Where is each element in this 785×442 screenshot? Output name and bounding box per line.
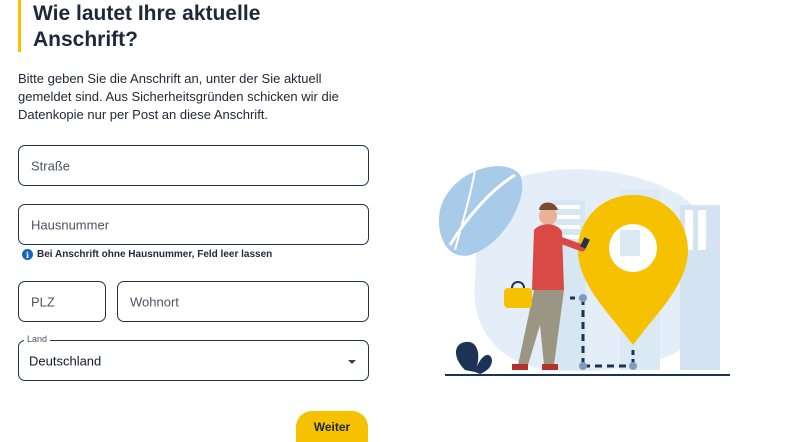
house-number-field[interactable]: Hausnummer [18, 204, 369, 245]
zip-field[interactable]: PLZ [18, 281, 106, 322]
street-field[interactable]: Straße [18, 145, 369, 186]
title-accent-bar: Wie lautet Ihre aktuelle Anschrift? [18, 0, 351, 52]
city-field[interactable]: Wohnort [117, 281, 369, 322]
intro-text: Bitte geben Sie die Anschrift an, unter … [18, 71, 339, 122]
next-button[interactable]: Weiter [296, 411, 368, 442]
country-select[interactable]: Deutschland [18, 340, 369, 381]
house-number-hint: i Bei Anschrift ohne Hausnummer, Feld le… [22, 249, 272, 260]
chevron-down-icon[interactable] [348, 360, 356, 364]
country-label: Land [24, 334, 51, 344]
page-title: Wie lautet Ihre aktuelle Anschrift? [33, 1, 260, 53]
house-number-placeholder: Hausnummer [31, 217, 110, 232]
info-icon: i [22, 249, 33, 260]
address-illustration [439, 166, 730, 376]
title-line-1: Wie lautet Ihre aktuelle [33, 2, 261, 25]
street-placeholder: Straße [31, 158, 71, 173]
zip-placeholder: PLZ [31, 294, 55, 309]
title-line-2: Anschrift? [33, 28, 138, 51]
country-value: Deutschland [29, 353, 102, 368]
hint-text: Bei Anschrift ohne Hausnummer, Feld leer… [37, 249, 273, 260]
city-placeholder: Wohnort [130, 294, 179, 309]
